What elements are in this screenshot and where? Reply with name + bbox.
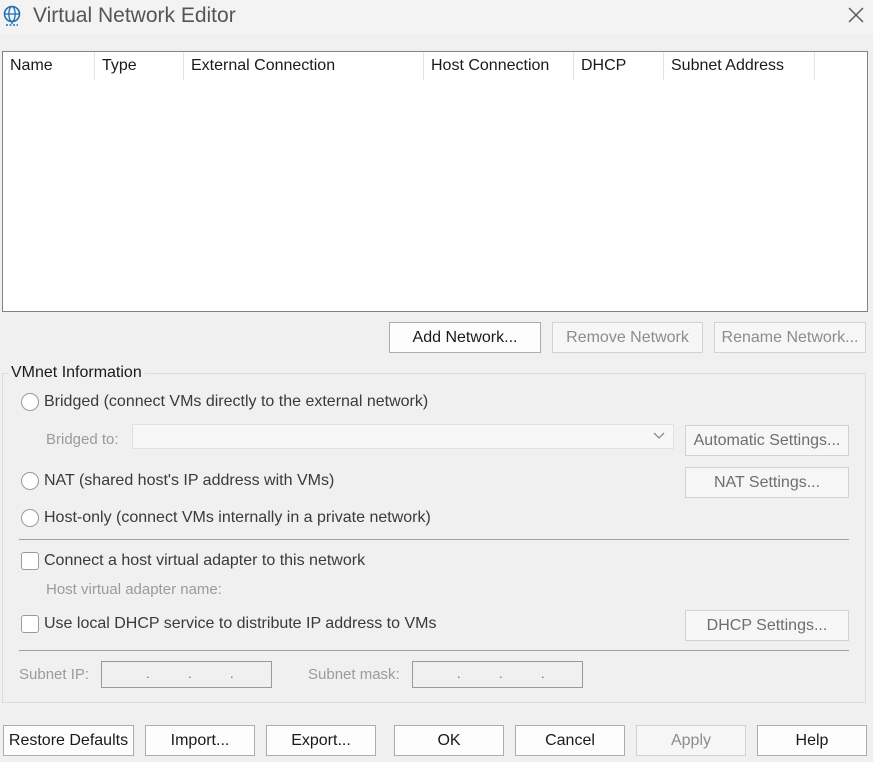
export-button[interactable]: Export... [266, 725, 376, 756]
remove-network-button[interactable]: Remove Network [552, 322, 703, 353]
ip-dot: . [188, 666, 192, 681]
use-dhcp-checkbox[interactable] [21, 615, 39, 633]
separator [19, 650, 849, 651]
subnet-ip-label: Subnet IP: [19, 666, 90, 683]
vmnet-information-group [2, 373, 866, 703]
rename-network-button[interactable]: Rename Network... [714, 322, 866, 353]
column-header-dhcp[interactable]: DHCP [574, 52, 664, 80]
host-only-radio[interactable] [21, 509, 39, 527]
host-only-label: Host-only (connect VMs internally in a p… [44, 509, 431, 526]
connect-adapter-label: Connect a host virtual adapter to this n… [44, 552, 366, 569]
apply-button[interactable]: Apply [636, 725, 746, 756]
subnet-mask-label: Subnet mask: [308, 666, 400, 683]
bridged-label: Bridged (connect VMs directly to the ext… [44, 393, 429, 410]
nat-radio[interactable] [21, 472, 39, 490]
cancel-button[interactable]: Cancel [515, 725, 625, 756]
column-header-name[interactable]: Name [3, 52, 95, 80]
help-button[interactable]: Help [757, 725, 867, 756]
ip-dot: . [541, 666, 545, 681]
subnet-ip-field[interactable]: . . . [101, 661, 272, 688]
bridged-to-select[interactable] [132, 424, 674, 449]
nat-label: NAT (shared host's IP address with VMs) [44, 472, 335, 489]
bridged-radio[interactable] [21, 393, 39, 411]
ip-dot: . [146, 666, 150, 681]
subnet-mask-field[interactable]: . . . [412, 661, 583, 688]
ip-dot: . [499, 666, 503, 681]
column-header-type[interactable]: Type [95, 52, 184, 80]
ip-dot: . [457, 666, 461, 681]
ip-dot: . [230, 666, 234, 681]
automatic-settings-button[interactable]: Automatic Settings... [685, 425, 849, 456]
import-button[interactable]: Import... [145, 725, 255, 756]
column-header-host-connection[interactable]: Host Connection [424, 52, 574, 80]
nat-settings-button[interactable]: NAT Settings... [685, 467, 849, 498]
close-icon[interactable] [846, 5, 866, 25]
vmnet-information-label: VMnet Information [8, 364, 145, 382]
chevron-down-icon [653, 432, 665, 439]
globe-network-icon [3, 5, 21, 26]
ok-button[interactable]: OK [394, 725, 504, 756]
restore-defaults-button[interactable]: Restore Defaults [3, 725, 134, 756]
window-title: Virtual Network Editor [33, 4, 236, 27]
adapter-name-label: Host virtual adapter name: [46, 581, 222, 598]
connect-adapter-checkbox[interactable] [21, 552, 39, 570]
add-network-button[interactable]: Add Network... [389, 322, 541, 353]
bridged-to-label: Bridged to: [46, 431, 119, 448]
dhcp-settings-button[interactable]: DHCP Settings... [685, 610, 849, 641]
column-header-subnet-address[interactable]: Subnet Address [664, 52, 815, 80]
network-list[interactable]: Name Type External Connection Host Conne… [2, 51, 868, 312]
separator [19, 539, 849, 540]
column-header-external-connection[interactable]: External Connection [184, 52, 424, 80]
use-dhcp-label: Use local DHCP service to distribute IP … [44, 615, 437, 632]
